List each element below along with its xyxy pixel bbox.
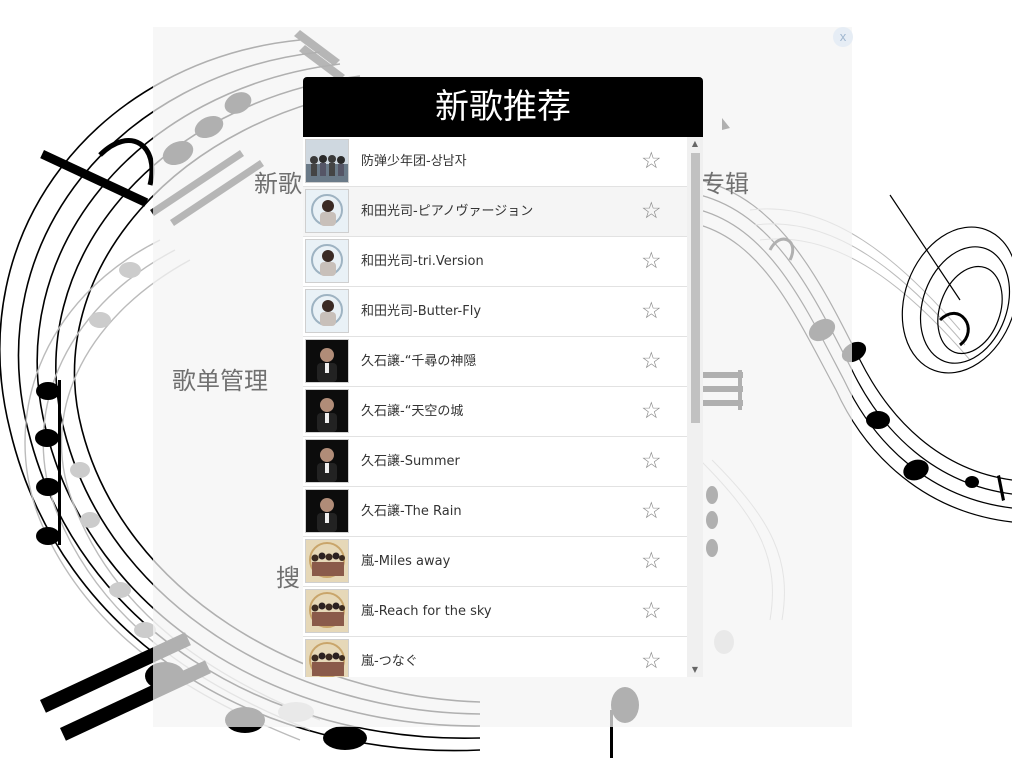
song-item[interactable]: 久石譲-The Rain ☆ [303, 487, 687, 537]
menu-album[interactable]: 专辑 [701, 164, 749, 199]
album-cover [305, 589, 349, 633]
song-title: 和田光司-ピアノヴァージョン [361, 204, 534, 219]
song-item[interactable]: 嵐-つなぐ ☆ [303, 637, 687, 677]
favorite-star-icon[interactable]: ☆ [641, 387, 662, 436]
scroll-thumb[interactable] [691, 153, 700, 423]
song-item[interactable]: 久石譲-“千尋の神隠 ☆ [303, 337, 687, 387]
menu-search[interactable]: 搜 [276, 558, 300, 593]
album-cover [305, 639, 349, 677]
song-item[interactable]: 嵐-Reach for the sky ☆ [303, 587, 687, 637]
favorite-star-icon[interactable]: ☆ [641, 237, 662, 286]
album-cover [305, 289, 349, 333]
song-item[interactable]: 和田光司-tri.Version ☆ [303, 237, 687, 287]
song-title: 和田光司-tri.Version [361, 254, 484, 269]
song-title: 防弹少年团-상남자 [361, 154, 467, 169]
favorite-star-icon[interactable]: ☆ [641, 587, 662, 636]
song-title: 久石譲-“天空の城 [361, 404, 464, 419]
album-cover [305, 339, 349, 383]
album-cover [305, 189, 349, 233]
favorite-star-icon[interactable]: ☆ [641, 187, 662, 236]
scrollbar[interactable]: ▲ ▼ [687, 137, 703, 677]
favorite-star-icon[interactable]: ☆ [641, 537, 662, 586]
album-cover [305, 389, 349, 433]
album-cover [305, 139, 349, 183]
song-item[interactable]: 嵐-Miles away ☆ [303, 537, 687, 587]
song-title: 久石譲-“千尋の神隠 [361, 354, 477, 369]
favorite-star-icon[interactable]: ☆ [641, 137, 662, 186]
album-cover [305, 239, 349, 283]
song-title: 嵐-つなぐ [361, 654, 418, 669]
favorite-star-icon[interactable]: ☆ [641, 487, 662, 536]
menu-playlists[interactable]: 歌单管理 [172, 361, 268, 396]
album-cover [305, 489, 349, 533]
scroll-up-arrow-icon[interactable]: ▲ [687, 137, 703, 151]
favorite-star-icon[interactable]: ☆ [641, 337, 662, 386]
song-title: 嵐-Miles away [361, 554, 451, 569]
close-button[interactable]: x [833, 27, 853, 47]
song-item[interactable]: 和田光司-Butter-Fly ☆ [303, 287, 687, 337]
new-songs-dialog: 新歌推荐 防弹少年团-상남자 ☆ 和田光司-ピアノヴァージョン ☆ 和田光司-tri.V… [303, 77, 703, 677]
album-cover [305, 439, 349, 483]
song-title: 久石譲-The Rain [361, 504, 462, 519]
favorite-star-icon[interactable]: ☆ [641, 637, 662, 677]
favorite-star-icon[interactable]: ☆ [641, 287, 662, 336]
song-item[interactable]: 久石譲-“天空の城 ☆ [303, 387, 687, 437]
scroll-down-arrow-icon[interactable]: ▼ [687, 663, 703, 677]
song-title: 嵐-Reach for the sky [361, 604, 492, 619]
dialog-title: 新歌推荐 [303, 77, 703, 137]
song-title: 久石譲-Summer [361, 454, 460, 469]
song-item[interactable]: 久石譲-Summer ☆ [303, 437, 687, 487]
song-title: 和田光司-Butter-Fly [361, 304, 482, 319]
menu-new-songs[interactable]: 新歌 [254, 164, 302, 199]
song-list: 防弹少年团-상남자 ☆ 和田光司-ピアノヴァージョン ☆ 和田光司-tri.Versio… [303, 137, 703, 677]
song-item[interactable]: 防弹少年团-상남자 ☆ [303, 137, 687, 187]
favorite-star-icon[interactable]: ☆ [641, 437, 662, 486]
album-cover [305, 539, 349, 583]
song-item[interactable]: 和田光司-ピアノヴァージョン ☆ [303, 187, 687, 237]
